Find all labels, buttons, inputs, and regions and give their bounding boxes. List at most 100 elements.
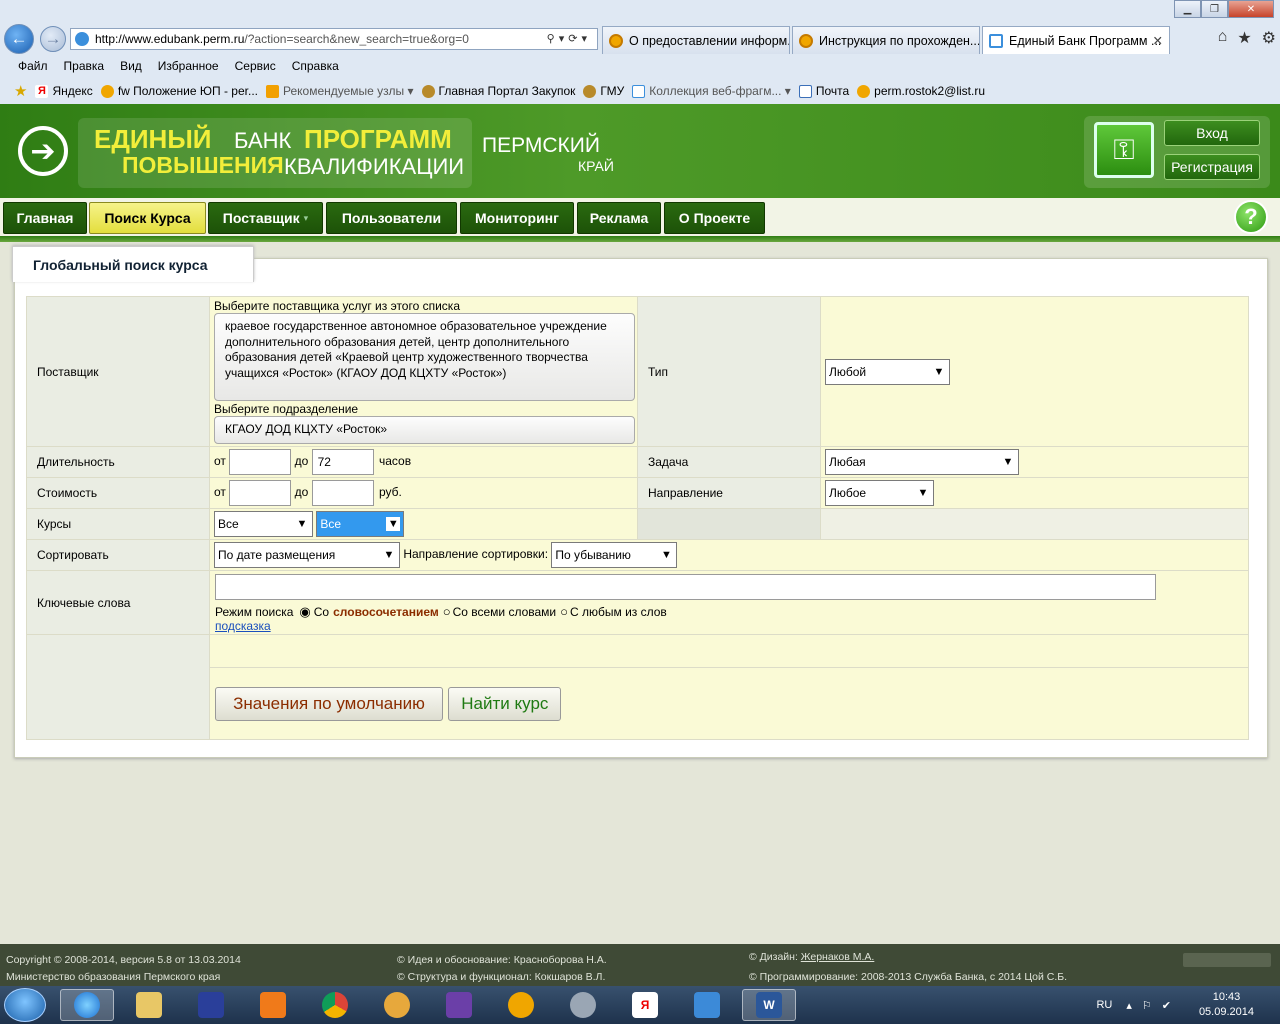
menu-edit[interactable]: Правка: [64, 59, 105, 73]
chevron-down-icon: ▼: [1002, 456, 1014, 468]
taskbar-chrome[interactable]: [308, 989, 362, 1021]
logo-arrow-icon[interactable]: ➔: [18, 126, 68, 176]
courses-select-2[interactable]: Все ▼: [316, 511, 405, 537]
fav-fw[interactable]: fw Положение ЮП - per...: [100, 84, 258, 98]
courses-label: Курсы: [26, 508, 210, 540]
ie-page-icon: [75, 32, 89, 46]
mode-phrase-radio[interactable]: ◉: [299, 604, 310, 620]
tab-provider[interactable]: Поставщик ▾: [208, 202, 323, 234]
keywords-input[interactable]: [215, 573, 1156, 600]
yandex-icon: Я: [35, 84, 49, 98]
tab-course-search[interactable]: Поиск Курса: [89, 202, 206, 234]
tray-icons[interactable]: ▴⚐✔: [1126, 999, 1181, 1012]
taskbar-explorer[interactable]: [122, 989, 176, 1021]
cost-from-input[interactable]: [229, 480, 292, 506]
task-select[interactable]: Любая ▼: [825, 449, 1019, 475]
windows-start-icon[interactable]: [4, 988, 46, 1022]
tab-2[interactable]: Инструкция по прохожден...: [792, 26, 980, 54]
menu-help[interactable]: Справка: [292, 59, 339, 73]
fav-zakupki[interactable]: Главная Портал Закупок: [421, 84, 575, 98]
tab-1[interactable]: О предоставлении информ...: [602, 26, 790, 54]
cost-to-input[interactable]: [311, 480, 374, 506]
find-course-button[interactable]: Найти курс: [448, 686, 562, 721]
sort-select[interactable]: По дате размещения ▼: [214, 542, 400, 568]
tab-home[interactable]: Главная: [3, 202, 87, 234]
taskbar-mail-agent[interactable]: [494, 989, 548, 1021]
taskbar-ie[interactable]: [60, 989, 114, 1021]
cost-label: Стоимость: [26, 477, 210, 509]
direction-value: Любое: [829, 486, 867, 500]
fav-label: perm.rostok2@list.ru: [874, 84, 986, 98]
taskbar-word[interactable]: W: [742, 989, 796, 1021]
sort-label: Сортировать: [26, 539, 210, 571]
forward-button[interactable]: →: [40, 26, 66, 52]
taskbar-vs[interactable]: [432, 989, 486, 1021]
provider-select[interactable]: краевое государственное автономное образ…: [214, 313, 635, 401]
key-icon: ⚿: [1094, 122, 1154, 178]
settings-gear-icon[interactable]: ⚙: [1262, 28, 1276, 48]
region-title: ПЕРМСКИЙ: [482, 134, 600, 157]
logo-word-3: ПРОГРАММ: [304, 124, 452, 154]
close-tab-icon[interactable]: ✕: [1153, 33, 1163, 48]
address-bar[interactable]: http://www.edubank.perm.ru/?action=searc…: [70, 28, 598, 50]
search-refresh-icon[interactable]: ⚲▾⟳▾: [547, 32, 591, 45]
logo-word-1: ЕДИНЫЙ: [94, 124, 212, 154]
fav-perm-rostok[interactable]: perm.rostok2@list.ru: [857, 84, 985, 98]
taskbar-yandex[interactable]: Я: [618, 989, 672, 1021]
minimize-button[interactable]: ▁: [1174, 0, 1201, 18]
taskbar: Я W RU ▴⚐✔ 10:43 05.09.2014: [0, 986, 1280, 1024]
fav-recommended[interactable]: Рекомендуемые узлы ▾: [266, 84, 414, 98]
design-link[interactable]: Жернаков М.А.: [801, 951, 875, 963]
taskbar-eye-app[interactable]: [370, 989, 424, 1021]
direction-select[interactable]: Любое ▼: [825, 480, 934, 506]
maximize-button[interactable]: ❐: [1201, 0, 1228, 18]
fav-webslices[interactable]: Коллекция веб-фрагм... ▾: [632, 84, 791, 98]
tab-monitoring[interactable]: Мониторинг: [460, 202, 574, 234]
back-button[interactable]: ←: [4, 24, 34, 54]
mode-any-radio[interactable]: ○: [560, 604, 568, 619]
home-icon[interactable]: ⌂: [1218, 28, 1228, 48]
tab-label: Инструкция по прохожден...: [819, 33, 980, 48]
credit-idea: © Идея и обоснование: Красноборова Н.А.: [397, 954, 607, 966]
help-icon[interactable]: ?: [1234, 200, 1268, 234]
logo[interactable]: ЕДИНЫЙ БАНК ПРОГРАММ ПОВЫШЕНИЯ КВАЛИФИКА…: [78, 118, 472, 188]
lang-indicator[interactable]: RU: [1096, 999, 1112, 1011]
tab-about[interactable]: О Проекте: [664, 202, 765, 234]
close-window-button[interactable]: ✕: [1228, 0, 1274, 18]
menu-file[interactable]: Файл: [18, 59, 48, 73]
hint-link[interactable]: подсказка: [215, 620, 1248, 632]
login-button[interactable]: Вход: [1164, 120, 1260, 146]
tab-users[interactable]: Пользователи: [326, 202, 457, 234]
fav-label: Почта: [815, 84, 850, 98]
sort-direction-select[interactable]: По убыванию ▼: [551, 542, 678, 568]
taskbar-media[interactable]: [246, 989, 300, 1021]
clock[interactable]: 10:43 05.09.2014: [1199, 990, 1254, 1020]
courses-select-1[interactable]: Все ▼: [214, 511, 313, 537]
division-select[interactable]: КГАОУ ДОД КЦХТУ «Росток»: [214, 416, 635, 444]
mode-all-radio[interactable]: ○: [443, 604, 451, 619]
fav-label: Яндекс: [52, 84, 93, 98]
gears-icon: [570, 992, 596, 1018]
fav-gmu[interactable]: ГМУ: [583, 84, 624, 98]
taskbar-save[interactable]: [184, 989, 238, 1021]
type-select[interactable]: Любой ▼: [825, 358, 950, 385]
menu-favorites[interactable]: Избранное: [158, 59, 219, 73]
counter-badge-icon[interactable]: [1183, 953, 1271, 967]
favorites-star-icon[interactable]: ★: [1237, 28, 1251, 48]
menu-view[interactable]: Вид: [120, 59, 142, 73]
type-label: Тип: [637, 296, 821, 447]
fav-yandex[interactable]: Я Яндекс: [35, 84, 93, 98]
hours-label: часов: [378, 454, 412, 469]
taskbar-settings[interactable]: [556, 989, 610, 1021]
menu-tools[interactable]: Сервис: [235, 59, 276, 73]
fav-mail[interactable]: Почта: [798, 84, 850, 98]
tab-3-active[interactable]: Единый Банк Программ ... ✕: [982, 26, 1170, 54]
register-button[interactable]: Регистрация: [1164, 154, 1260, 180]
duration-to-input[interactable]: 72: [311, 449, 374, 475]
defaults-button[interactable]: Значения по умолчанию: [215, 686, 443, 721]
taskbar-sound[interactable]: [680, 989, 734, 1021]
add-favorites-icon[interactable]: ★: [14, 82, 27, 100]
buttons-cell: Значения по умолчанию Найти курс: [209, 667, 1249, 740]
tab-ads[interactable]: Реклама: [577, 202, 661, 234]
duration-from-input[interactable]: [229, 449, 292, 475]
